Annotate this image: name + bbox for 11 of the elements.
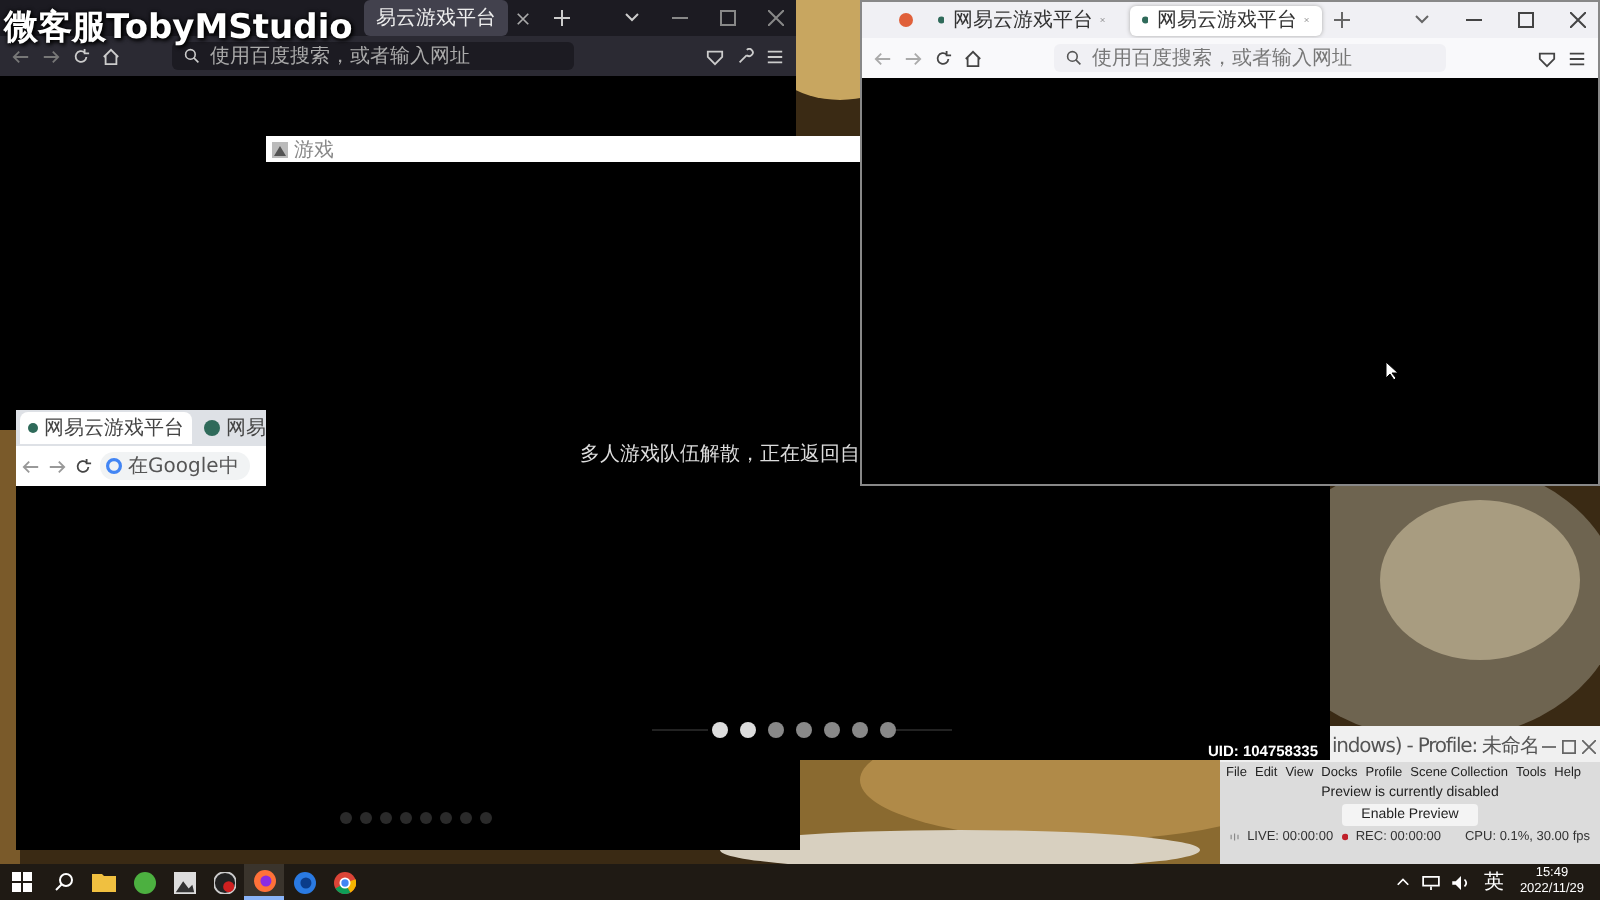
browser-tab[interactable]: 网易云游戏平台 (1130, 5, 1322, 35)
browser-tab[interactable]: 易云游戏平台 (364, 0, 508, 36)
window-title: indows) - Profile: 未命名 (1332, 733, 1539, 760)
browser-tab[interactable]: 网易云游戏平台 (20, 412, 192, 444)
overlay-label: 微客服TobyMStudio (4, 6, 353, 48)
window-title: 游戏 (294, 137, 334, 163)
address-field[interactable]: 在Google中 (100, 452, 250, 480)
status-message: 多人游戏队伍解散，正在返回自 (580, 441, 860, 468)
input-method-indicator[interactable]: 英 (1475, 868, 1512, 896)
browser-tab[interactable]: 网易云游戏平台 (926, 5, 1118, 35)
browser-tab[interactable]: 网易 (196, 412, 274, 444)
